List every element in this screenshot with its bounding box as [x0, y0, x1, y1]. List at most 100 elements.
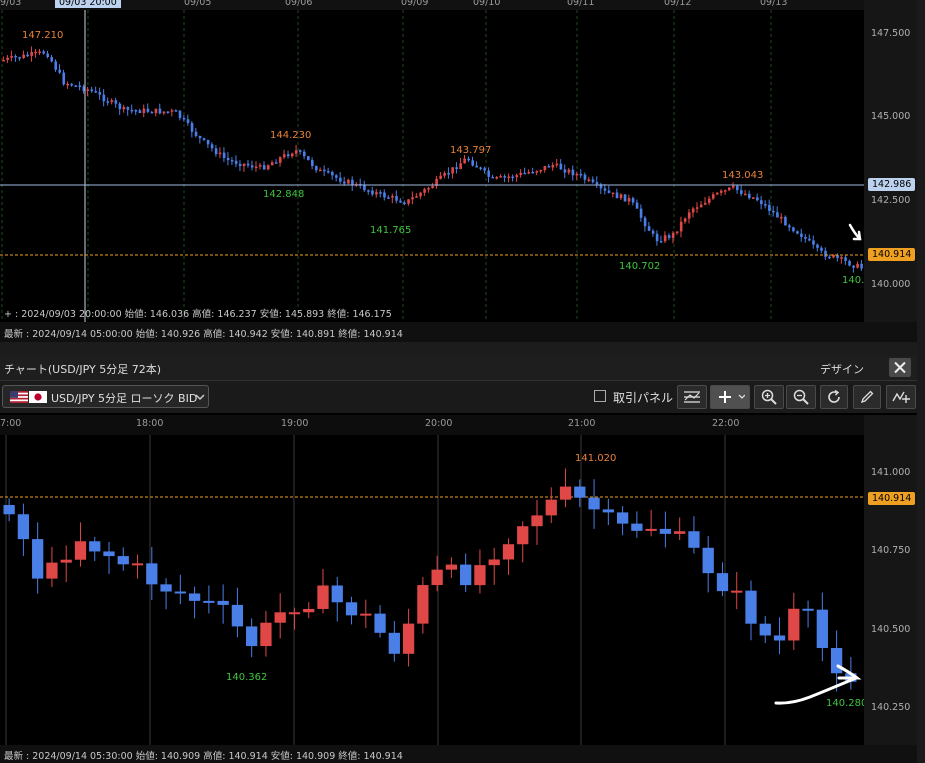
symbol-selector[interactable]: USD/JPY 5分足 ローソク BID: [2, 385, 209, 408]
candle: [423, 189, 426, 193]
candle: [659, 528, 672, 534]
candle: [270, 162, 274, 166]
candle: [60, 559, 72, 563]
candle: [667, 235, 671, 238]
candle: [367, 190, 370, 192]
candle: [759, 623, 771, 636]
time-label: 22:00: [712, 418, 740, 429]
candle: [331, 171, 334, 176]
high-annotation: 144.230: [270, 130, 312, 141]
candle: [731, 590, 743, 593]
candle: [651, 230, 655, 234]
candle: [375, 192, 378, 195]
high-annotation: 143.043: [722, 170, 764, 181]
candle: [575, 173, 579, 176]
top-chart[interactable]: 9/03 09/03 20:00 09/05 09/06 09/09 09/10…: [0, 0, 864, 322]
candle: [579, 173, 583, 176]
candle: [707, 198, 711, 203]
hand-drawn-arrow-icon: [848, 223, 862, 241]
trade-panel-label[interactable]: 取引パネル: [613, 389, 673, 406]
draw-button[interactable]: [853, 385, 881, 409]
candle: [619, 194, 623, 199]
time-label: 7:00: [0, 418, 22, 429]
candle: [102, 94, 106, 102]
candle: [218, 152, 222, 155]
chart-tools-button[interactable]: [886, 385, 916, 409]
candle: [202, 138, 206, 140]
candle: [675, 231, 679, 234]
zoom-in-button[interactable]: [754, 385, 784, 409]
date-label: 09/05: [184, 0, 212, 8]
candle: [347, 179, 350, 184]
candle: [89, 541, 101, 552]
candle: [238, 163, 242, 167]
refresh-button[interactable]: [820, 385, 848, 409]
close-button[interactable]: [889, 358, 911, 377]
candle: [443, 173, 446, 176]
candle: [319, 169, 322, 172]
candle: [792, 227, 795, 232]
bottom-chart[interactable]: 7:00 18:00 19:00 20:00 21:00 22:00 141.0…: [0, 415, 867, 745]
indicator-list-button[interactable]: [677, 385, 707, 409]
candle: [844, 257, 847, 261]
candle: [647, 226, 651, 231]
candle: [674, 531, 686, 534]
candle: [519, 172, 523, 176]
candle: [286, 154, 290, 157]
candle: [711, 194, 715, 199]
candle: [331, 585, 343, 603]
zoom-out-button[interactable]: [786, 385, 816, 409]
candle: [645, 528, 657, 531]
candle: [266, 165, 270, 170]
panel-separator[interactable]: [0, 342, 917, 356]
candle: [527, 171, 531, 174]
candle: [643, 217, 647, 227]
candle: [22, 54, 25, 58]
high-annotation: 147.210: [22, 30, 64, 41]
candle: [46, 53, 50, 58]
candle: [623, 194, 627, 202]
trade-panel-checkbox[interactable]: [594, 390, 606, 402]
candle: [723, 190, 727, 192]
candle: [158, 108, 162, 114]
candle: [46, 562, 58, 579]
bottom-status-bar: 最新 : 2024/09/14 05:30:00 始値: 140.909 高値:…: [0, 745, 917, 763]
candle: [103, 551, 115, 557]
candle: [303, 608, 315, 613]
candle: [445, 564, 458, 570]
candle: [467, 158, 470, 161]
candle: [162, 111, 166, 114]
candle: [246, 163, 250, 166]
candle: [591, 179, 595, 183]
candle: [748, 193, 751, 199]
candle: [262, 165, 266, 170]
candle: [138, 110, 142, 114]
candle: [343, 181, 346, 184]
candle: [736, 185, 739, 191]
candle: [719, 190, 723, 193]
candle: [816, 609, 828, 649]
candle: [655, 233, 659, 242]
candle: [290, 153, 294, 157]
candle: [488, 559, 500, 566]
candle: [595, 182, 599, 185]
candle: [602, 509, 614, 513]
candle: [427, 188, 430, 190]
price-label: 140.250: [871, 702, 911, 713]
candle: [34, 51, 37, 54]
candle: [551, 165, 555, 168]
candle: [419, 192, 422, 197]
candle: [727, 187, 731, 191]
candle: [234, 160, 238, 164]
right-scrollbar[interactable]: [917, 0, 925, 763]
candle: [186, 119, 190, 124]
current-price-badge: 140.914: [868, 248, 916, 261]
top-candles-canvas: [0, 10, 864, 322]
price-label: 145.000: [871, 111, 911, 122]
candle: [282, 154, 286, 158]
hand-drawn-arrow-icon: [774, 664, 862, 705]
crosshair-button[interactable]: [710, 385, 750, 409]
candle: [339, 177, 342, 182]
design-button[interactable]: デザイン: [820, 361, 864, 377]
candle: [731, 185, 735, 188]
